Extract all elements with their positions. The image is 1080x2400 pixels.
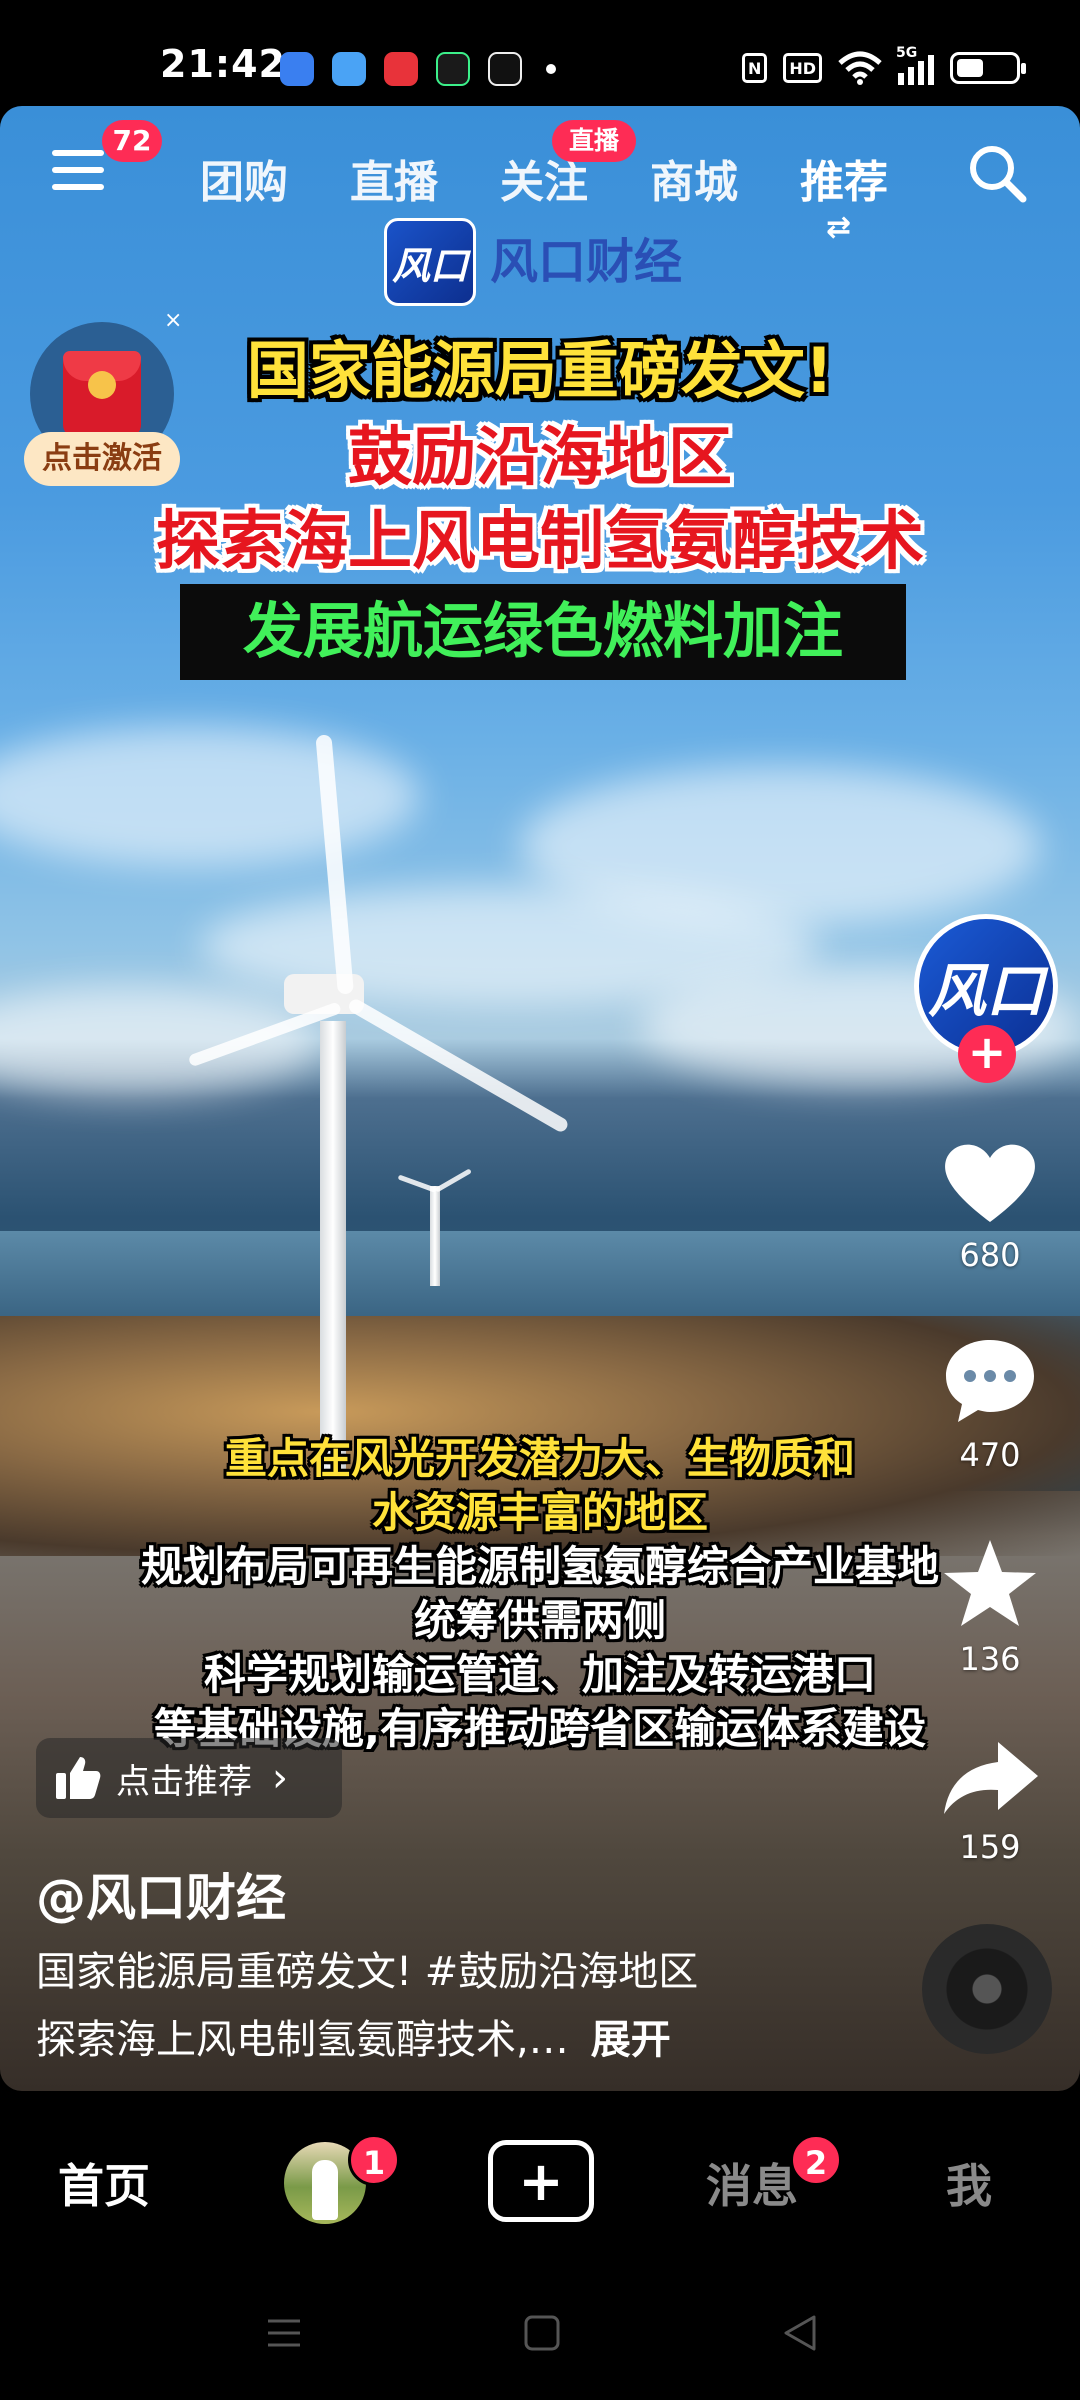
nav-messages[interactable]: 消息: [706, 2150, 798, 2216]
network-label: 5G: [896, 45, 918, 61]
messages-badge: 2: [790, 2134, 842, 2186]
brand-logo: 风口: [384, 218, 476, 306]
headline-line-3: 探索海上风电制氢氨醇技术: [156, 505, 924, 579]
thumbs-up-icon: [56, 1757, 101, 1799]
distant-turbine: [430, 1186, 440, 1286]
favorite-count: 136: [959, 1640, 1021, 1678]
menu-badge: 72: [102, 120, 162, 162]
tab-group-buy[interactable]: 团购: [200, 146, 288, 210]
star-icon: [944, 1540, 1036, 1626]
recent-apps-icon[interactable]: [264, 2313, 304, 2353]
subtitle-line: 水资源丰富的地区: [371, 1488, 708, 1537]
hd-icon: HD: [783, 53, 822, 83]
favorite-button[interactable]: 136: [930, 1536, 1050, 1678]
tab-recommend[interactable]: 推荐: [800, 146, 888, 210]
author-name[interactable]: @风口财经: [36, 1858, 286, 1930]
system-nav-bar: [0, 2271, 1080, 2400]
blue-app-icon: [280, 52, 314, 86]
back-icon[interactable]: [780, 2313, 820, 2353]
subtitle-line: 规划布局可再生能源制氢氨醇综合产业基地: [140, 1542, 939, 1591]
tab-live[interactable]: 直播: [350, 146, 438, 210]
recommend-label: 点击推荐: [116, 1761, 252, 1802]
comment-button[interactable]: 470: [930, 1334, 1050, 1474]
distant-turbine-blade: [397, 1174, 437, 1193]
signal-icon: 5G: [896, 45, 934, 85]
music-disc-icon[interactable]: [922, 1924, 1052, 2054]
comment-icon: [946, 1340, 1034, 1422]
weather-app-icon: [332, 52, 366, 86]
search-icon[interactable]: [966, 142, 1028, 204]
cloud: [0, 986, 320, 1096]
share-count: 159: [959, 1828, 1021, 1866]
more-notifications-icon: [546, 64, 556, 74]
switch-feed-icon[interactable]: ⇄: [826, 210, 851, 245]
music-app-icon: [436, 52, 470, 86]
wind-turbine-tower: [320, 1021, 346, 1471]
nav-home[interactable]: 首页: [58, 2150, 150, 2216]
share-arrow-icon: [944, 1742, 1038, 1814]
coin-icon: [88, 371, 116, 399]
status-app-icons: [280, 52, 556, 86]
red-envelope-icon: [63, 351, 141, 437]
nav-me[interactable]: 我: [946, 2150, 992, 2216]
cloud: [0, 726, 420, 866]
chevron-right-icon: ›: [272, 1755, 288, 1801]
headline-box: 发展航运绿色燃料加注: [180, 584, 906, 680]
heart-icon: [945, 1144, 1035, 1222]
person-figure: [312, 2160, 338, 2220]
red-app-icon: [384, 52, 418, 86]
expand-button[interactable]: 展开: [591, 2017, 671, 2063]
wind-turbine-blade: [346, 996, 571, 1135]
status-right: N HD 5G: [741, 45, 1026, 88]
tab-mall[interactable]: 商城: [650, 146, 738, 210]
red-packet-label[interactable]: 点击激活: [24, 432, 180, 486]
follow-button[interactable]: +: [958, 1025, 1016, 1083]
menu-icon[interactable]: [52, 150, 104, 194]
comment-count: 470: [959, 1436, 1021, 1474]
battery-icon: [950, 52, 1026, 84]
description-line-2: 探索海上风电制氢氨醇技术,…: [36, 2017, 569, 2063]
status-time: 21:42: [160, 42, 286, 86]
friends-badge: 1: [348, 2134, 400, 2186]
status-bar: 21:42 N HD 5G: [0, 0, 1080, 106]
battery-level: [957, 59, 984, 77]
video-description[interactable]: 国家能源局重磅发文! #鼓励沿海地区 探索海上风电制氢氨醇技术,… 展开: [36, 1938, 856, 2074]
live-tag-badge: 直播: [552, 120, 636, 162]
tiktok-app-icon: [488, 52, 522, 86]
distant-turbine-blade: [434, 1168, 472, 1193]
description-line-1: 国家能源局重磅发文! #鼓励沿海地区: [36, 1949, 699, 1995]
create-button[interactable]: +: [488, 2140, 594, 2222]
home-icon[interactable]: [522, 2313, 562, 2353]
nfc-icon: N: [741, 53, 768, 83]
like-count: 680: [959, 1236, 1021, 1274]
like-button[interactable]: 680: [930, 1136, 1050, 1274]
wifi-icon: [838, 51, 882, 85]
recommend-button[interactable]: 点击推荐 ›: [36, 1738, 342, 1818]
subtitle-line: 重点在风光开发潜力大、生物质和: [224, 1434, 855, 1483]
share-button[interactable]: 159: [930, 1738, 1050, 1866]
close-icon[interactable]: ×: [164, 308, 182, 333]
brand-name: 风口财经: [490, 234, 683, 290]
subtitle-line: 统筹供需两侧: [413, 1596, 666, 1645]
subtitle-line: 科学规划输运管道、加注及转运港口: [203, 1650, 876, 1699]
